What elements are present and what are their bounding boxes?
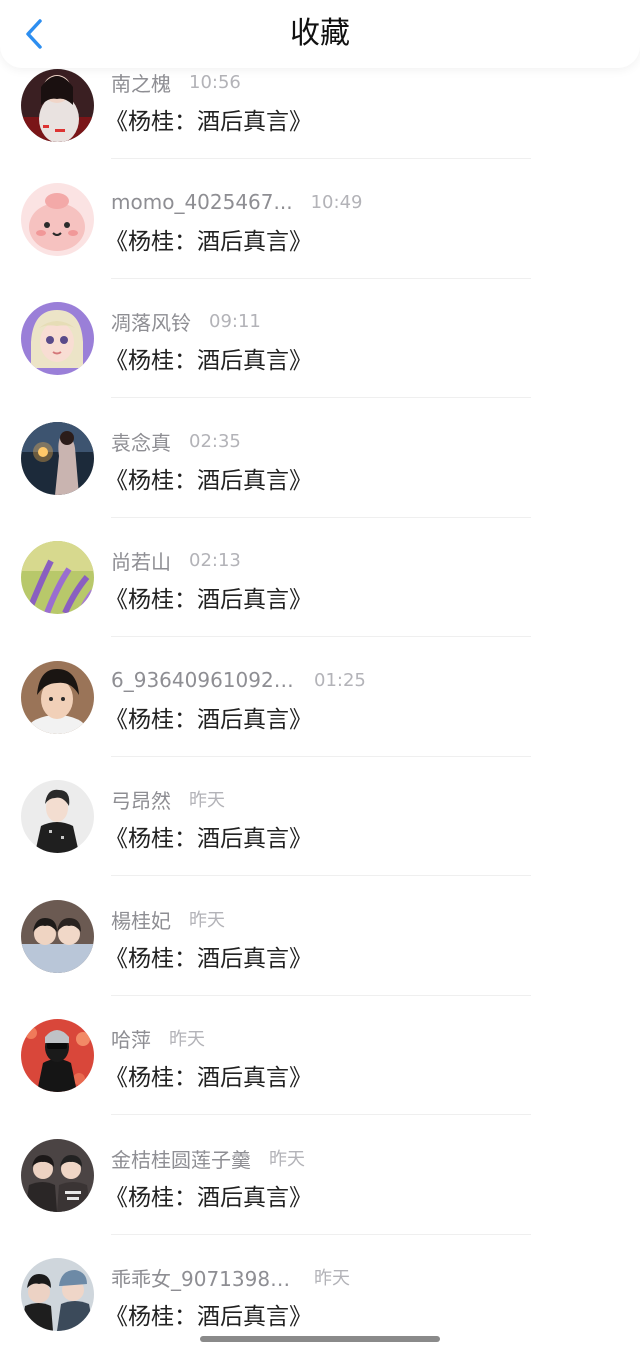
item-meta: 楊桂妃 昨天 bbox=[111, 904, 225, 934]
favorite-title[interactable]: 《杨桂：酒后真言》 bbox=[105, 1178, 312, 1212]
timestamp: 02:35 bbox=[189, 430, 241, 452]
favorite-title[interactable]: 《杨桂：酒后真言》 bbox=[105, 222, 312, 256]
item-meta: 弓昂然 昨天 bbox=[111, 784, 225, 814]
user-name[interactable]: 凋落风铃 bbox=[111, 307, 191, 336]
list-item[interactable]: 6_936409610921... 01:25 《杨桂：酒后真言》 bbox=[0, 637, 640, 757]
favorites-screen: 南之槐 10:56 《杨桂：酒后真言》 momo_4025467... 10:4… bbox=[0, 0, 640, 1354]
timestamp: 昨天 bbox=[169, 1029, 205, 1050]
favorite-title[interactable]: 《杨桂：酒后真言》 bbox=[105, 1058, 312, 1092]
timestamp: 昨天 bbox=[314, 1268, 350, 1289]
user-name[interactable]: 乖乖女_90713983... bbox=[111, 1263, 296, 1292]
list-item[interactable]: 凋落风铃 09:11 《杨桂：酒后真言》 bbox=[0, 278, 640, 398]
pink-cartoon-avatar[interactable] bbox=[21, 183, 94, 256]
item-meta: 凋落风铃 09:11 bbox=[111, 306, 261, 336]
favorite-title[interactable]: 《杨桂：酒后真言》 bbox=[105, 461, 312, 495]
list-item[interactable]: 尚若山 02:13 《杨桂：酒后真言》 bbox=[0, 517, 640, 637]
portrait-woman-avatar[interactable] bbox=[21, 69, 94, 142]
night-sparkler-avatar[interactable] bbox=[21, 422, 94, 495]
list-item[interactable]: momo_4025467... 10:49 《杨桂：酒后真言》 bbox=[0, 159, 640, 279]
user-name[interactable]: momo_4025467... bbox=[111, 190, 293, 214]
young-man-avatar[interactable] bbox=[21, 661, 94, 734]
user-name[interactable]: 6_936409610921... bbox=[111, 668, 296, 692]
item-meta: momo_4025467... 10:49 bbox=[111, 187, 362, 217]
list-item[interactable]: 金桔桂圆莲子羹 昨天 《杨桂：酒后真言》 bbox=[0, 1115, 640, 1235]
item-meta: 哈萍 昨天 bbox=[111, 1023, 205, 1053]
favorite-title[interactable]: 《杨桂：酒后真言》 bbox=[105, 1297, 312, 1331]
cap-couple-avatar[interactable] bbox=[21, 1258, 94, 1331]
favorite-title[interactable]: 《杨桂：酒后真言》 bbox=[105, 102, 312, 136]
home-indicator[interactable] bbox=[200, 1336, 440, 1342]
nav-header: 收藏 bbox=[0, 0, 640, 68]
item-meta: 袁念真 02:35 bbox=[111, 426, 241, 456]
two-people-avatar[interactable] bbox=[21, 900, 94, 973]
item-meta: 金桔桂圆莲子羹 昨天 bbox=[111, 1143, 305, 1173]
favorite-title[interactable]: 《杨桂：酒后真言》 bbox=[105, 341, 312, 375]
timestamp: 01:25 bbox=[314, 669, 366, 691]
list-item[interactable]: 弓昂然 昨天 《杨桂：酒后真言》 bbox=[0, 756, 640, 876]
page-title: 收藏 bbox=[290, 16, 350, 51]
user-name[interactable]: 南之槐 bbox=[111, 68, 171, 97]
user-name[interactable]: 尚若山 bbox=[111, 546, 171, 575]
list-item[interactable]: 袁念真 02:35 《杨桂：酒后真言》 bbox=[0, 398, 640, 518]
list-item[interactable]: 哈萍 昨天 《杨桂：酒后真言》 bbox=[0, 995, 640, 1115]
favorite-title[interactable]: 《杨桂：酒后真言》 bbox=[105, 939, 312, 973]
lavender-field-avatar[interactable] bbox=[21, 541, 94, 614]
timestamp: 10:56 bbox=[189, 71, 241, 93]
couple-photo-avatar[interactable] bbox=[21, 1139, 94, 1212]
masked-person-avatar[interactable] bbox=[21, 1019, 94, 1092]
favorite-title[interactable]: 《杨桂：酒后真言》 bbox=[105, 819, 312, 853]
item-meta: 乖乖女_90713983... 昨天 bbox=[111, 1262, 350, 1292]
timestamp: 10:49 bbox=[310, 191, 363, 213]
anime-girl-avatar[interactable] bbox=[21, 302, 94, 375]
favorite-title[interactable]: 《杨桂：酒后真言》 bbox=[105, 580, 312, 614]
user-name[interactable]: 袁念真 bbox=[111, 427, 171, 456]
user-name[interactable]: 弓昂然 bbox=[111, 785, 171, 814]
item-meta: 6_936409610921... 01:25 bbox=[111, 665, 366, 695]
user-name[interactable]: 金桔桂圆莲子羹 bbox=[111, 1144, 251, 1173]
timestamp: 02:13 bbox=[189, 549, 241, 571]
timestamp: 09:11 bbox=[209, 310, 261, 332]
illustrated-man-avatar[interactable] bbox=[21, 780, 94, 853]
favorite-title[interactable]: 《杨桂：酒后真言》 bbox=[105, 700, 312, 734]
user-name[interactable]: 楊桂妃 bbox=[111, 905, 171, 934]
timestamp: 昨天 bbox=[269, 1149, 305, 1170]
user-name[interactable]: 哈萍 bbox=[111, 1024, 151, 1053]
list-item[interactable]: 楊桂妃 昨天 《杨桂：酒后真言》 bbox=[0, 876, 640, 996]
item-meta: 南之槐 10:56 bbox=[111, 67, 241, 97]
item-meta: 尚若山 02:13 bbox=[111, 545, 241, 575]
timestamp: 昨天 bbox=[189, 790, 225, 811]
timestamp: 昨天 bbox=[189, 910, 225, 931]
